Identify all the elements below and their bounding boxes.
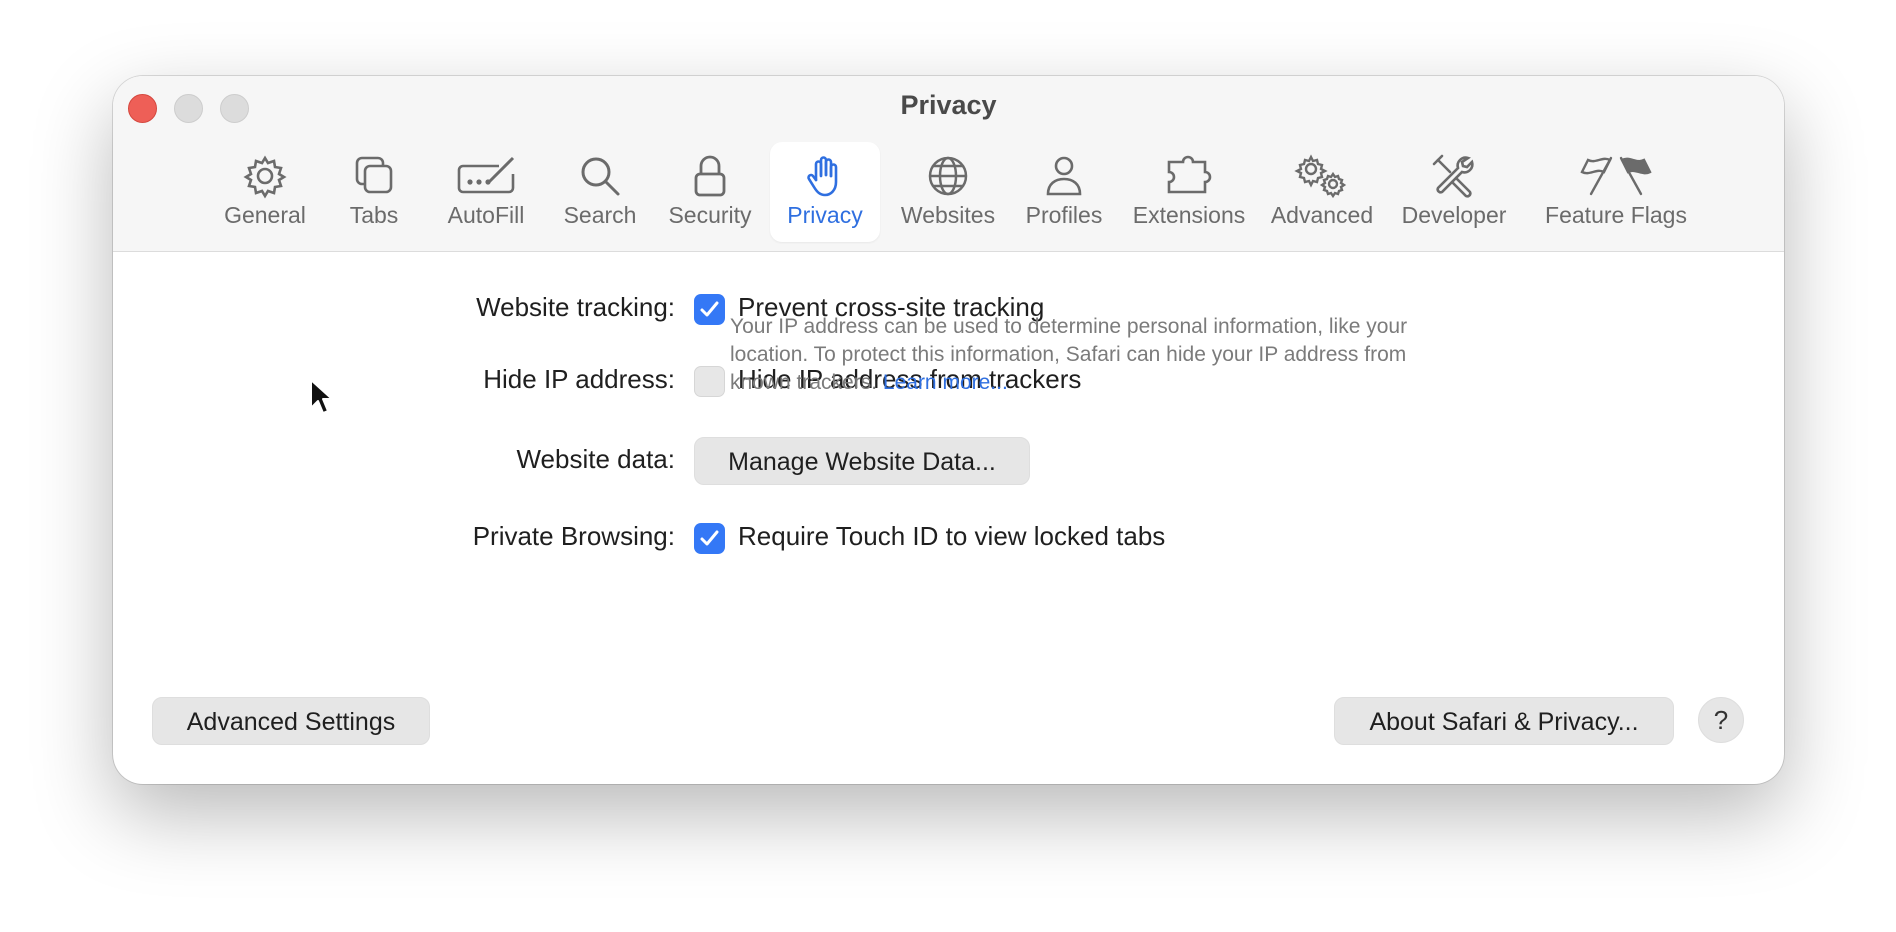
gears-icon (1294, 154, 1347, 199)
hide-ip-label: Hide IP address: (483, 364, 675, 394)
person-icon (1046, 156, 1082, 196)
tab-privacy[interactable]: Privacy (770, 142, 880, 242)
flags-icon (1580, 156, 1652, 196)
hide-ip-description: Your IP address can be used to determine… (730, 313, 1450, 397)
tab-label: Privacy (787, 202, 863, 228)
checkmark-icon (700, 530, 719, 546)
hand-icon (807, 156, 838, 197)
tab-profiles[interactable]: Profiles (1019, 142, 1109, 242)
private-browsing-label: Private Browsing: (472, 521, 675, 551)
hide-ip-checkbox[interactable] (694, 366, 725, 397)
mouse-pointer-icon (310, 379, 333, 414)
tab-search[interactable]: Search (557, 142, 643, 242)
learn-more-link[interactable]: Learn more... (883, 371, 1008, 394)
about-safari-privacy-button[interactable]: About Safari & Privacy... (1334, 697, 1674, 745)
tab-label: Websites (900, 202, 996, 228)
tab-label: Profiles (1025, 202, 1103, 228)
settings-toolbar: General Tabs AutoFill Search Security Pr… (113, 142, 1784, 242)
tab-label: Extensions (1132, 202, 1246, 228)
window-title: Privacy (900, 90, 997, 120)
magnifier-icon (581, 157, 620, 196)
tab-label: Security (668, 202, 752, 228)
tab-autofill[interactable]: AutoFill (437, 142, 535, 242)
website-tracking-label: Website tracking: (476, 292, 675, 322)
title-bar: Privacy General Tabs AutoFill Search Sec… (113, 76, 1784, 252)
prevent-tracking-checkbox[interactable] (694, 294, 725, 325)
touch-id-checkbox[interactable] (694, 523, 725, 554)
tab-feature-flags[interactable]: Feature Flags (1532, 142, 1700, 242)
tab-label: Tabs (349, 202, 399, 228)
tab-label: Advanced (1270, 202, 1374, 228)
tab-label: AutoFill (447, 202, 525, 228)
lock-icon (694, 155, 726, 197)
tab-tabs[interactable]: Tabs (338, 142, 410, 242)
tab-advanced[interactable]: Advanced (1266, 142, 1378, 242)
description-text: Your IP address can be used to determine… (730, 315, 1408, 394)
autofill-pen-icon (457, 156, 515, 194)
tab-developer[interactable]: Developer (1394, 142, 1514, 242)
tab-websites[interactable]: Websites (895, 142, 1001, 242)
safari-settings-window: Privacy General Tabs AutoFill Search Sec… (113, 76, 1784, 784)
advanced-settings-button[interactable]: Advanced Settings (152, 697, 430, 745)
tab-label: Feature Flags (1545, 202, 1687, 228)
tab-security[interactable]: Security (664, 142, 756, 242)
tab-label: General (224, 202, 306, 228)
tools-icon (1432, 154, 1474, 198)
tab-label: Developer (1401, 202, 1507, 228)
touch-id-text[interactable]: Require Touch ID to view locked tabs (738, 521, 1165, 552)
manage-website-data-button[interactable]: Manage Website Data... (694, 437, 1030, 485)
tab-general[interactable]: General (214, 142, 316, 242)
puzzle-icon (1167, 155, 1212, 194)
help-button[interactable]: ? (1698, 697, 1744, 743)
tabs-icon (355, 156, 393, 194)
checkmark-icon (700, 301, 719, 317)
globe-icon (928, 156, 968, 196)
gear-icon (243, 155, 287, 199)
tab-extensions[interactable]: Extensions (1126, 142, 1252, 242)
tab-label: Search (563, 202, 637, 228)
website-data-label: Website data: (516, 444, 675, 474)
